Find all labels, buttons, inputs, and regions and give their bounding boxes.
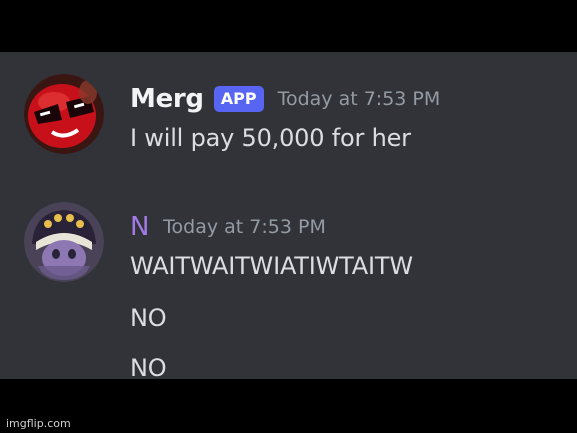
app-badge: APP (213, 86, 264, 112)
timestamp[interactable]: Today at 7:53 PM (163, 216, 326, 238)
avatar-merg-icon (24, 74, 104, 154)
screenshot-frame: Merg APP Today at 7:53 PM I will pay 50,… (0, 0, 577, 433)
message-text: I will pay 50,000 for her (130, 124, 411, 152)
avatar-n-icon (24, 202, 104, 282)
message-text: WAITWAITWIATIWTAITW (130, 252, 413, 280)
username[interactable]: Merg (130, 84, 204, 114)
purple-character-avatar[interactable] (24, 202, 104, 282)
imgflip-watermark: imgflip.com (6, 417, 71, 430)
timestamp[interactable]: Today at 7:53 PM (278, 88, 441, 110)
message-text: NO (130, 354, 167, 379)
chat-area: Merg APP Today at 7:53 PM I will pay 50,… (0, 52, 577, 379)
message-header: Merg APP Today at 7:53 PM (130, 82, 440, 116)
red-emoji-sunglasses-avatar[interactable] (24, 74, 104, 154)
message-header: N Today at 7:53 PM (130, 210, 326, 244)
message-text: NO (130, 304, 167, 332)
username[interactable]: N (130, 212, 149, 242)
